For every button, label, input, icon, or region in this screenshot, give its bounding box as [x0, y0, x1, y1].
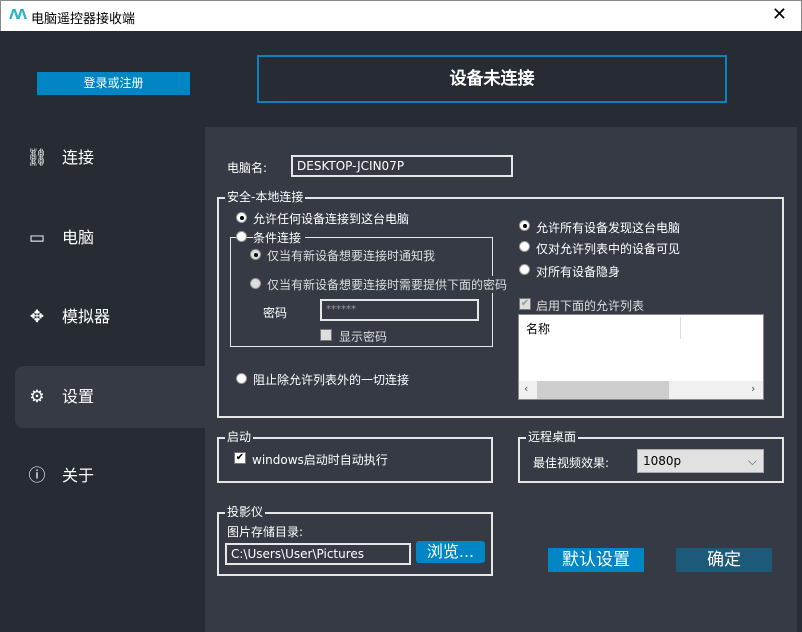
- startup-legend: 启动: [225, 430, 254, 444]
- sidebar-item-label: 电脑: [62, 228, 95, 247]
- ok-button[interactable]: 确定: [676, 548, 772, 572]
- gamepad-icon: ✥: [29, 307, 45, 327]
- block-all-label: 阻止除允许列表外的一切连接: [253, 373, 410, 387]
- allow-any-label: 允许任何设备连接到这台电脑: [253, 212, 410, 226]
- notify-label: 仅当有新设备想要连接时通知我: [267, 249, 436, 263]
- autorun-label: windows启动时自动执行: [252, 453, 388, 467]
- scroll-right-icon[interactable]: ›: [751, 382, 755, 395]
- show-password-label: 显示密码: [337, 328, 393, 345]
- visible-list-radio[interactable]: [519, 241, 530, 252]
- connection-status: 设备未连接: [257, 55, 727, 103]
- column-divider: [680, 317, 681, 339]
- sidebar-item-about[interactable]: ⓘ 关于: [15, 445, 205, 507]
- enable-list-label: 启用下面的允许列表: [536, 299, 645, 313]
- scroll-left-icon[interactable]: ‹: [524, 382, 528, 395]
- close-button[interactable]: ✕: [772, 4, 787, 25]
- require-password-radio[interactable]: [250, 278, 261, 289]
- dir-input[interactable]: C:\Users\User\Pictures: [225, 543, 411, 565]
- scrollbar-thumb[interactable]: [537, 381, 669, 399]
- defaults-button[interactable]: 默认设置: [548, 548, 644, 572]
- allow-list[interactable]: 名称 ‹ ›: [518, 314, 764, 400]
- hidden-radio[interactable]: [519, 264, 530, 275]
- block-all-radio[interactable]: [236, 373, 247, 384]
- window-title: 电脑遥控器接收端: [31, 12, 136, 27]
- sidebar-item-emulator[interactable]: ✥ 模拟器: [15, 286, 205, 348]
- gear-icon: ⚙: [29, 387, 45, 407]
- computer-icon: ▭: [28, 228, 46, 248]
- projector-legend: 投影仪: [225, 505, 266, 519]
- show-password-checkbox[interactable]: [320, 329, 332, 341]
- sidebar-item-label: 连接: [62, 148, 95, 167]
- security-legend: 安全-本地连接: [225, 190, 306, 204]
- quality-label: 最佳视频效果:: [533, 456, 610, 470]
- sidebar-item-connect[interactable]: ⛓ 连接: [15, 127, 205, 189]
- remote-legend: 远程桌面: [526, 430, 579, 444]
- computer-name-input[interactable]: DESKTOP-JCIN07P: [291, 155, 513, 177]
- title-bar: ΛΛ 电脑遥控器接收端 ✕: [0, 0, 802, 31]
- sidebar-item-label: 设置: [62, 387, 95, 406]
- chevron-down-icon: ⌵: [747, 454, 757, 468]
- app-logo-icon: ΛΛ: [9, 8, 27, 23]
- password-label: 密码: [263, 306, 288, 320]
- discover-all-label: 允许所有设备发现这台电脑: [536, 221, 681, 235]
- sidebar-item-computer[interactable]: ▭ 电脑: [15, 207, 205, 269]
- allow-any-radio[interactable]: [236, 212, 247, 223]
- hidden-label: 对所有设备隐身: [536, 265, 621, 279]
- conditional-radio[interactable]: [236, 231, 247, 242]
- password-input[interactable]: ******: [320, 299, 479, 321]
- link-icon: ⛓: [26, 148, 48, 168]
- conditional-label: 条件连接: [253, 229, 306, 246]
- enable-list-checkbox[interactable]: ✔: [519, 298, 531, 310]
- discover-all-radio[interactable]: [519, 220, 530, 231]
- notify-radio[interactable]: [250, 249, 261, 260]
- list-column-header[interactable]: 名称: [526, 320, 550, 337]
- autorun-checkbox[interactable]: ✔: [234, 452, 246, 464]
- dir-label: 图片存储目录:: [227, 525, 304, 539]
- settings-panel: 电脑名: DESKTOP-JCIN07P 安全-本地连接 允许任何设备连接到这台…: [205, 127, 797, 632]
- quality-select[interactable]: 1080p ⌵: [637, 449, 764, 473]
- horizontal-scrollbar[interactable]: ‹ ›: [519, 381, 763, 399]
- browse-button[interactable]: 浏览...: [416, 541, 485, 563]
- require-password-label: 仅当有新设备想要连接时需要提供下面的密码: [267, 276, 508, 293]
- sidebar-item-settings[interactable]: ⚙ 设置: [15, 366, 205, 428]
- quality-value: 1080p: [643, 454, 682, 468]
- computer-name-label: 电脑名:: [227, 161, 268, 175]
- sidebar-item-label: 模拟器: [62, 307, 111, 326]
- login-button[interactable]: 登录或注册: [37, 72, 190, 95]
- info-icon: ⓘ: [28, 466, 46, 486]
- sidebar-item-label: 关于: [62, 466, 95, 485]
- visible-list-label: 仅对允许列表中的设备可见: [536, 242, 681, 256]
